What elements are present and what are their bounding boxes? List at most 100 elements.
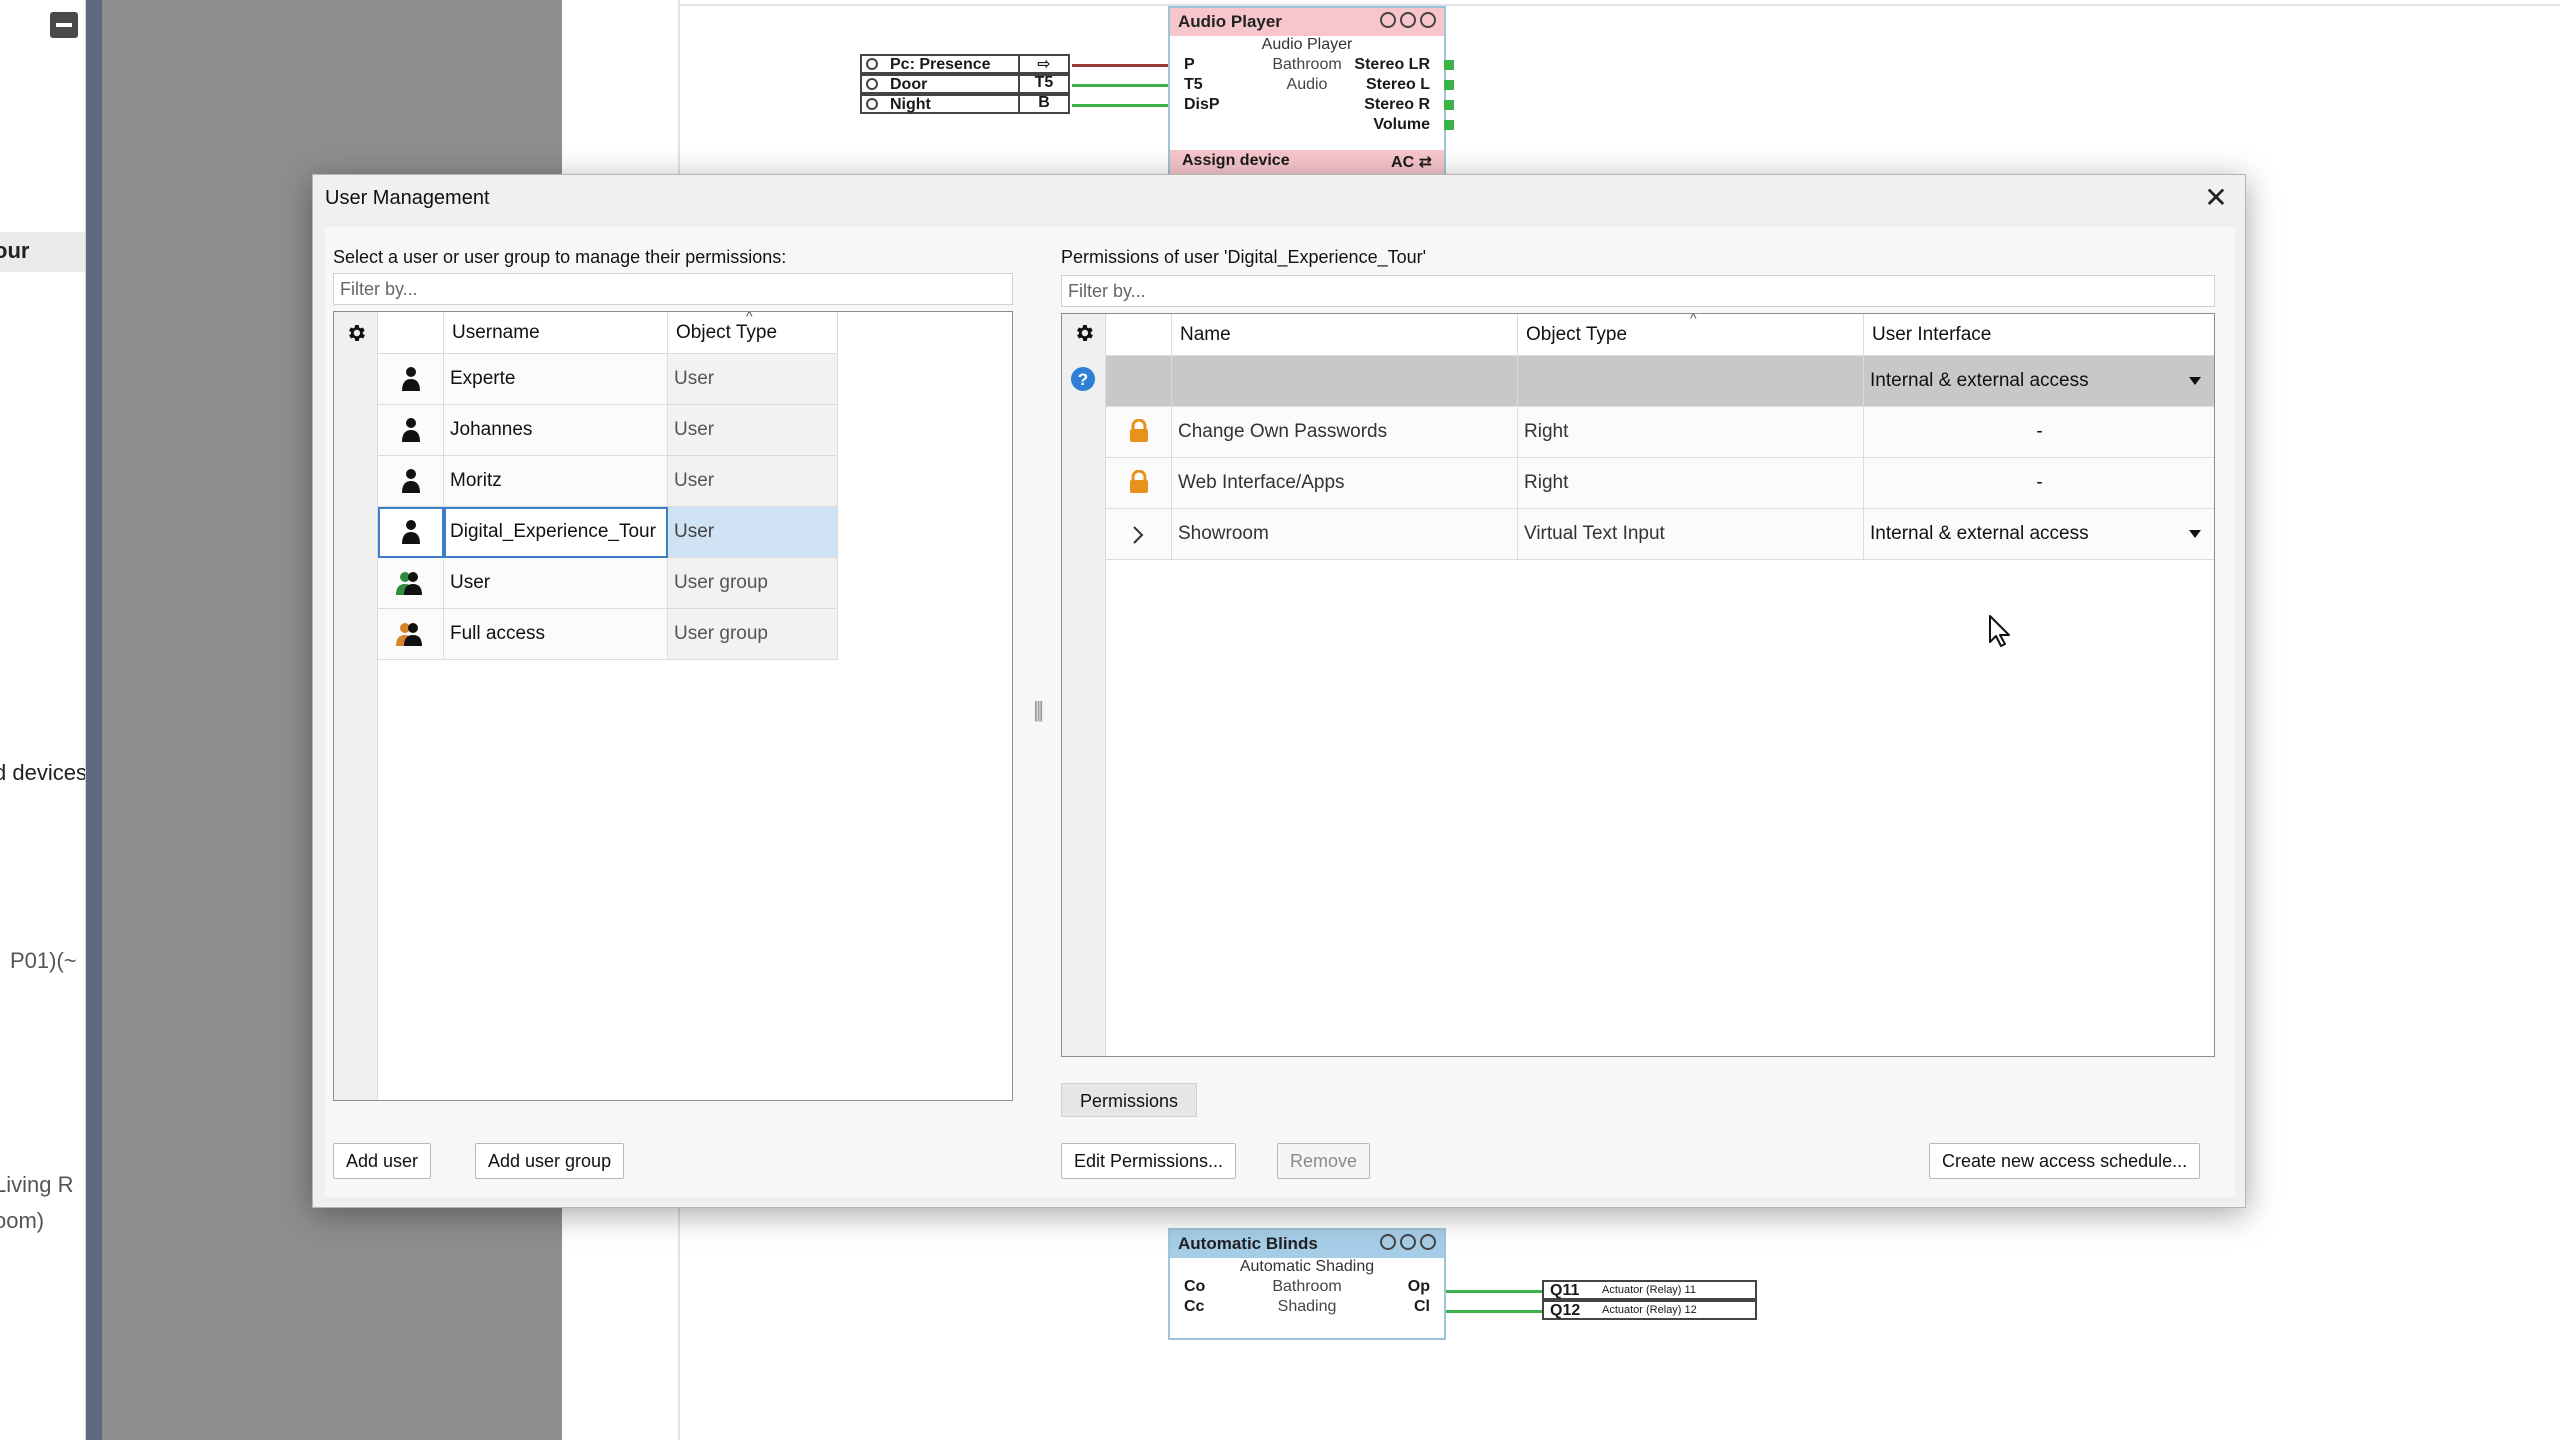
permission-name-cell: Web Interface/Apps <box>1172 458 1518 509</box>
sidebar-fragment: P01)(~ <box>10 948 77 973</box>
person-icon <box>378 405 444 456</box>
row-gutter <box>334 312 378 1100</box>
dialog-body: Select a user or user group to manage th… <box>325 227 2235 1197</box>
panel-splitter[interactable]: ||| <box>1033 697 1044 723</box>
wire <box>1446 1290 1542 1293</box>
block-row: Cc Shading Cl <box>1184 1298 1430 1315</box>
username-cell: Johannes <box>444 405 668 456</box>
automatic-blinds-block[interactable]: Automatic Blinds Automatic Shading Co Bat… <box>1168 1228 1446 1340</box>
gear-icon[interactable] <box>345 322 367 344</box>
settings-icon[interactable] <box>1400 12 1416 28</box>
username-cell: Full access <box>444 609 668 660</box>
permission-type-cell: Right <box>1518 407 1864 458</box>
username-cell: Experte <box>444 354 668 405</box>
permission-type-cell: Virtual Text Input <box>1518 509 1864 560</box>
permission-name-cell: Showroom <box>1172 509 1518 560</box>
output-q12[interactable]: Q12 Actuator (Relay) 12 <box>1542 1300 1757 1320</box>
header-user-interface[interactable]: User Interface <box>1864 314 2214 356</box>
close-button[interactable]: ✕ <box>2201 183 2231 213</box>
sort-caret-icon: ^ <box>1690 313 1697 326</box>
username-cell: Digital_Experience_Tour <box>444 507 668 558</box>
object-type-cell: User <box>668 507 838 558</box>
block-title: Automatic Blinds <box>1170 1230 1444 1258</box>
help-icon[interactable]: ? <box>1070 366 1096 392</box>
block-row: Co Bathroom Op <box>1184 1278 1430 1295</box>
block-row: DisP Stereo R <box>1184 96 1430 113</box>
wire <box>1072 104 1168 107</box>
plus-icon[interactable] <box>1380 12 1396 28</box>
admin-group-icon <box>378 609 444 660</box>
wire <box>1446 1310 1542 1313</box>
row-gutter <box>1062 314 1106 1056</box>
plus-icon[interactable] <box>1380 1234 1396 1250</box>
info-icon[interactable] <box>1420 12 1436 28</box>
output-connector[interactable] <box>1444 100 1454 110</box>
object-type-cell: User group <box>668 609 838 660</box>
user-interface-cell: - <box>1864 407 2214 458</box>
info-icon[interactable] <box>1420 1234 1436 1250</box>
permissions-table: Name Object Type User Interface ^ ? Inte… <box>1061 313 2215 1057</box>
chevron-right-icon[interactable] <box>1106 509 1172 560</box>
gear-icon[interactable] <box>1073 322 1095 344</box>
permission-type-cell: Right <box>1518 458 1864 509</box>
sidebar-fragment: our <box>0 238 30 263</box>
user-interface-dropdown[interactable]: Internal & external access <box>1864 509 2214 560</box>
header-icon-col <box>1106 314 1172 356</box>
sidebar-fragment: d devices <box>0 760 86 785</box>
output-connector[interactable] <box>1444 80 1454 90</box>
users-filter-input[interactable] <box>333 273 1013 305</box>
audio-player-inputs: Pc: Presence ⇨ Door T5 Night B <box>860 54 1070 114</box>
connector-icon <box>866 98 878 110</box>
person-icon <box>378 354 444 405</box>
sidebar-fragment: Living R <box>0 1172 74 1197</box>
connector-icon <box>866 58 878 70</box>
block-title: Audio Player <box>1170 8 1444 36</box>
user-interface-dropdown[interactable]: Internal & external access <box>1864 356 2214 407</box>
user-group-icon <box>378 558 444 609</box>
wire <box>1072 64 1168 67</box>
users-table: Username Object Type ^ Experte User Joha… <box>333 311 1013 1101</box>
create-access-schedule-button[interactable]: Create new access schedule... <box>1929 1143 2201 1179</box>
user-interface-cell: - <box>1864 458 2214 509</box>
panel-divider[interactable] <box>86 0 102 1440</box>
background-sidebar: our d devices P01)(~ Living R oom) <box>0 0 86 1440</box>
output-connector[interactable] <box>1444 60 1454 70</box>
permissions-panel-label: Permissions of user 'Digital_Experience_… <box>1061 247 1427 267</box>
add-user-button[interactable]: Add user <box>333 1143 432 1179</box>
block-footer[interactable]: Assign device AC ⇄ <box>1170 150 1444 174</box>
canvas-border <box>678 4 2560 6</box>
input-door[interactable]: Door T5 <box>860 74 1070 94</box>
edit-permissions-button[interactable]: Edit Permissions... <box>1061 1143 1237 1179</box>
person-icon <box>378 507 444 558</box>
header-object-type[interactable]: Object Type <box>668 312 838 354</box>
person-icon <box>378 456 444 507</box>
block-row: Volume <box>1373 116 1430 133</box>
object-type-cell: User <box>668 405 838 456</box>
settings-icon[interactable] <box>1400 1234 1416 1250</box>
input-presence[interactable]: Pc: Presence ⇨ <box>860 54 1070 74</box>
blinds-outputs: Q11 Actuator (Relay) 11 Q12 Actuator (Rela… <box>1542 1280 1757 1320</box>
input-night[interactable]: Night B <box>860 94 1070 114</box>
dropdown-arrow-icon <box>2189 377 2201 385</box>
wire <box>1072 84 1168 87</box>
permission-name-cell: Change Own Passwords <box>1172 407 1518 458</box>
permission-name-cell <box>1172 356 1518 407</box>
mouse-cursor-icon <box>1989 615 2010 647</box>
output-connector[interactable] <box>1444 120 1454 130</box>
block-subtitle: Audio Player <box>1261 36 1353 53</box>
tab-permissions[interactable]: Permissions <box>1061 1083 1198 1117</box>
block-subtitle: Automatic Shading <box>1239 1258 1375 1275</box>
audio-player-block[interactable]: Audio Player Audio Player P Bathroom Stere… <box>1168 6 1446 176</box>
username-cell: Moritz <box>444 456 668 507</box>
permissions-filter-input[interactable] <box>1061 275 2215 307</box>
object-type-cell: User group <box>668 558 838 609</box>
collapse-icon[interactable] <box>50 12 78 38</box>
header-username[interactable]: Username <box>444 312 668 354</box>
header-name[interactable]: Name <box>1172 314 1518 356</box>
svg-text:?: ? <box>1078 370 1088 389</box>
remove-button[interactable]: Remove <box>1277 1143 1371 1179</box>
lock-icon <box>1106 407 1172 458</box>
output-q11[interactable]: Q11 Actuator (Relay) 11 <box>1542 1280 1757 1300</box>
object-type-cell: User <box>668 456 838 507</box>
add-user-group-button[interactable]: Add user group <box>475 1143 625 1179</box>
